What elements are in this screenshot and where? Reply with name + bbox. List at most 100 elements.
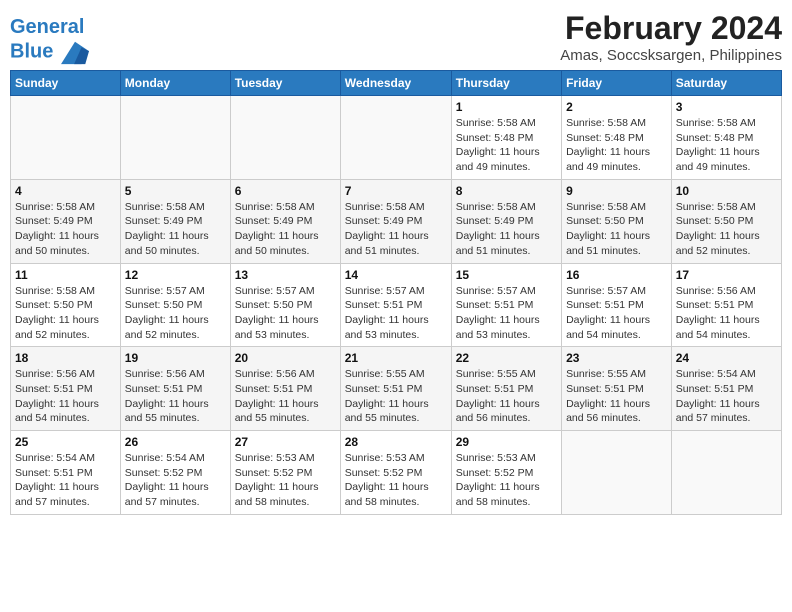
logo: General Blue xyxy=(10,16,89,66)
day-info: Sunrise: 5:58 AM Sunset: 5:49 PM Dayligh… xyxy=(456,200,557,259)
calendar-cell: 12 Sunrise: 5:57 AM Sunset: 5:50 PM Dayli… xyxy=(120,263,230,347)
day-info: Sunrise: 5:56 AM Sunset: 5:51 PM Dayligh… xyxy=(235,367,336,426)
day-info: Sunrise: 5:57 AM Sunset: 5:51 PM Dayligh… xyxy=(456,284,557,343)
calendar-cell: 19 Sunrise: 5:56 AM Sunset: 5:51 PM Dayli… xyxy=(120,347,230,431)
day-number: 5 xyxy=(125,184,226,198)
day-info: Sunrise: 5:56 AM Sunset: 5:51 PM Dayligh… xyxy=(676,284,777,343)
calendar-cell: 29 Sunrise: 5:53 AM Sunset: 5:52 PM Dayli… xyxy=(451,431,561,515)
calendar-cell: 24 Sunrise: 5:54 AM Sunset: 5:51 PM Dayli… xyxy=(671,347,781,431)
day-info: Sunrise: 5:54 AM Sunset: 5:51 PM Dayligh… xyxy=(676,367,777,426)
day-info: Sunrise: 5:56 AM Sunset: 5:51 PM Dayligh… xyxy=(125,367,226,426)
calendar-week-row: 25 Sunrise: 5:54 AM Sunset: 5:51 PM Dayli… xyxy=(11,431,782,515)
day-info: Sunrise: 5:58 AM Sunset: 5:48 PM Dayligh… xyxy=(456,116,557,175)
calendar-cell: 21 Sunrise: 5:55 AM Sunset: 5:51 PM Dayli… xyxy=(340,347,451,431)
day-info: Sunrise: 5:57 AM Sunset: 5:51 PM Dayligh… xyxy=(345,284,447,343)
day-number: 9 xyxy=(566,184,667,198)
calendar-cell: 18 Sunrise: 5:56 AM Sunset: 5:51 PM Dayli… xyxy=(11,347,121,431)
day-number: 11 xyxy=(15,268,116,282)
calendar-cell: 6 Sunrise: 5:58 AM Sunset: 5:49 PM Daylig… xyxy=(230,179,340,263)
day-info: Sunrise: 5:58 AM Sunset: 5:49 PM Dayligh… xyxy=(345,200,447,259)
calendar-cell: 23 Sunrise: 5:55 AM Sunset: 5:51 PM Dayli… xyxy=(562,347,672,431)
page-title: February 2024 xyxy=(560,10,782,47)
day-info: Sunrise: 5:58 AM Sunset: 5:48 PM Dayligh… xyxy=(676,116,777,175)
calendar-cell: 26 Sunrise: 5:54 AM Sunset: 5:52 PM Dayli… xyxy=(120,431,230,515)
calendar-cell: 5 Sunrise: 5:58 AM Sunset: 5:49 PM Daylig… xyxy=(120,179,230,263)
day-info: Sunrise: 5:58 AM Sunset: 5:50 PM Dayligh… xyxy=(676,200,777,259)
day-number: 14 xyxy=(345,268,447,282)
day-info: Sunrise: 5:58 AM Sunset: 5:48 PM Dayligh… xyxy=(566,116,667,175)
calendar-cell xyxy=(562,431,672,515)
calendar-cell xyxy=(340,96,451,180)
day-number: 29 xyxy=(456,435,557,449)
day-number: 10 xyxy=(676,184,777,198)
day-info: Sunrise: 5:58 AM Sunset: 5:49 PM Dayligh… xyxy=(15,200,116,259)
day-info: Sunrise: 5:57 AM Sunset: 5:51 PM Dayligh… xyxy=(566,284,667,343)
day-info: Sunrise: 5:58 AM Sunset: 5:49 PM Dayligh… xyxy=(235,200,336,259)
calendar-cell: 22 Sunrise: 5:55 AM Sunset: 5:51 PM Dayli… xyxy=(451,347,561,431)
calendar-cell: 17Sunrise: 5:56 AM Sunset: 5:51 PM Dayli… xyxy=(671,263,781,347)
col-header-friday: Friday xyxy=(562,71,672,96)
day-number: 27 xyxy=(235,435,336,449)
calendar-cell: 11 Sunrise: 5:58 AM Sunset: 5:50 PM Dayli… xyxy=(11,263,121,347)
calendar-cell: 13 Sunrise: 5:57 AM Sunset: 5:50 PM Dayli… xyxy=(230,263,340,347)
day-number: 16 xyxy=(566,268,667,282)
col-header-saturday: Saturday xyxy=(671,71,781,96)
day-info: Sunrise: 5:57 AM Sunset: 5:50 PM Dayligh… xyxy=(125,284,226,343)
calendar-cell: 2 Sunrise: 5:58 AM Sunset: 5:48 PM Daylig… xyxy=(562,96,672,180)
calendar-week-row: 4Sunrise: 5:58 AM Sunset: 5:49 PM Daylig… xyxy=(11,179,782,263)
calendar-cell xyxy=(120,96,230,180)
title-area: February 2024 Amas, Soccsksargen, Philip… xyxy=(560,10,782,64)
day-number: 26 xyxy=(125,435,226,449)
day-number: 6 xyxy=(235,184,336,198)
day-number: 24 xyxy=(676,351,777,365)
day-number: 1 xyxy=(456,100,557,114)
calendar-week-row: 1 Sunrise: 5:58 AM Sunset: 5:48 PM Daylig… xyxy=(11,96,782,180)
calendar-cell xyxy=(11,96,121,180)
day-info: Sunrise: 5:55 AM Sunset: 5:51 PM Dayligh… xyxy=(566,367,667,426)
logo-blue: Blue xyxy=(10,40,53,62)
day-number: 12 xyxy=(125,268,226,282)
calendar-cell: 14 Sunrise: 5:57 AM Sunset: 5:51 PM Dayli… xyxy=(340,263,451,347)
calendar-cell: 25 Sunrise: 5:54 AM Sunset: 5:51 PM Dayli… xyxy=(11,431,121,515)
day-number: 13 xyxy=(235,268,336,282)
day-info: Sunrise: 5:54 AM Sunset: 5:51 PM Dayligh… xyxy=(15,451,116,510)
calendar-week-row: 18 Sunrise: 5:56 AM Sunset: 5:51 PM Dayli… xyxy=(11,347,782,431)
day-number: 7 xyxy=(345,184,447,198)
calendar-week-row: 11 Sunrise: 5:58 AM Sunset: 5:50 PM Dayli… xyxy=(11,263,782,347)
day-number: 23 xyxy=(566,351,667,365)
day-info: Sunrise: 5:56 AM Sunset: 5:51 PM Dayligh… xyxy=(15,367,116,426)
calendar-cell: 1 Sunrise: 5:58 AM Sunset: 5:48 PM Daylig… xyxy=(451,96,561,180)
day-number: 3 xyxy=(676,100,777,114)
col-header-wednesday: Wednesday xyxy=(340,71,451,96)
page-subtitle: Amas, Soccsksargen, Philippines xyxy=(560,47,782,64)
day-info: Sunrise: 5:55 AM Sunset: 5:51 PM Dayligh… xyxy=(456,367,557,426)
calendar-cell: 27Sunrise: 5:53 AM Sunset: 5:52 PM Dayli… xyxy=(230,431,340,515)
day-info: Sunrise: 5:57 AM Sunset: 5:50 PM Dayligh… xyxy=(235,284,336,343)
calendar-cell: 10 Sunrise: 5:58 AM Sunset: 5:50 PM Dayli… xyxy=(671,179,781,263)
day-info: Sunrise: 5:53 AM Sunset: 5:52 PM Dayligh… xyxy=(345,451,447,510)
col-header-thursday: Thursday xyxy=(451,71,561,96)
col-header-monday: Monday xyxy=(120,71,230,96)
calendar-cell xyxy=(671,431,781,515)
day-info: Sunrise: 5:53 AM Sunset: 5:52 PM Dayligh… xyxy=(456,451,557,510)
calendar-cell: 9 Sunrise: 5:58 AM Sunset: 5:50 PM Daylig… xyxy=(562,179,672,263)
day-info: Sunrise: 5:55 AM Sunset: 5:51 PM Dayligh… xyxy=(345,367,447,426)
day-number: 19 xyxy=(125,351,226,365)
calendar-cell xyxy=(230,96,340,180)
day-number: 18 xyxy=(15,351,116,365)
day-info: Sunrise: 5:54 AM Sunset: 5:52 PM Dayligh… xyxy=(125,451,226,510)
day-number: 2 xyxy=(566,100,667,114)
day-info: Sunrise: 5:58 AM Sunset: 5:50 PM Dayligh… xyxy=(15,284,116,343)
header: General Blue February 2024 Amas, Soccsks… xyxy=(10,10,782,66)
day-info: Sunrise: 5:58 AM Sunset: 5:49 PM Dayligh… xyxy=(125,200,226,259)
day-number: 25 xyxy=(15,435,116,449)
day-number: 22 xyxy=(456,351,557,365)
day-info: Sunrise: 5:58 AM Sunset: 5:50 PM Dayligh… xyxy=(566,200,667,259)
day-number: 8 xyxy=(456,184,557,198)
calendar-cell: 3 Sunrise: 5:58 AM Sunset: 5:48 PM Daylig… xyxy=(671,96,781,180)
day-number: 15 xyxy=(456,268,557,282)
day-number: 21 xyxy=(345,351,447,365)
logo-general: General xyxy=(10,16,84,38)
calendar-cell: 28Sunrise: 5:53 AM Sunset: 5:52 PM Dayli… xyxy=(340,431,451,515)
day-number: 20 xyxy=(235,351,336,365)
